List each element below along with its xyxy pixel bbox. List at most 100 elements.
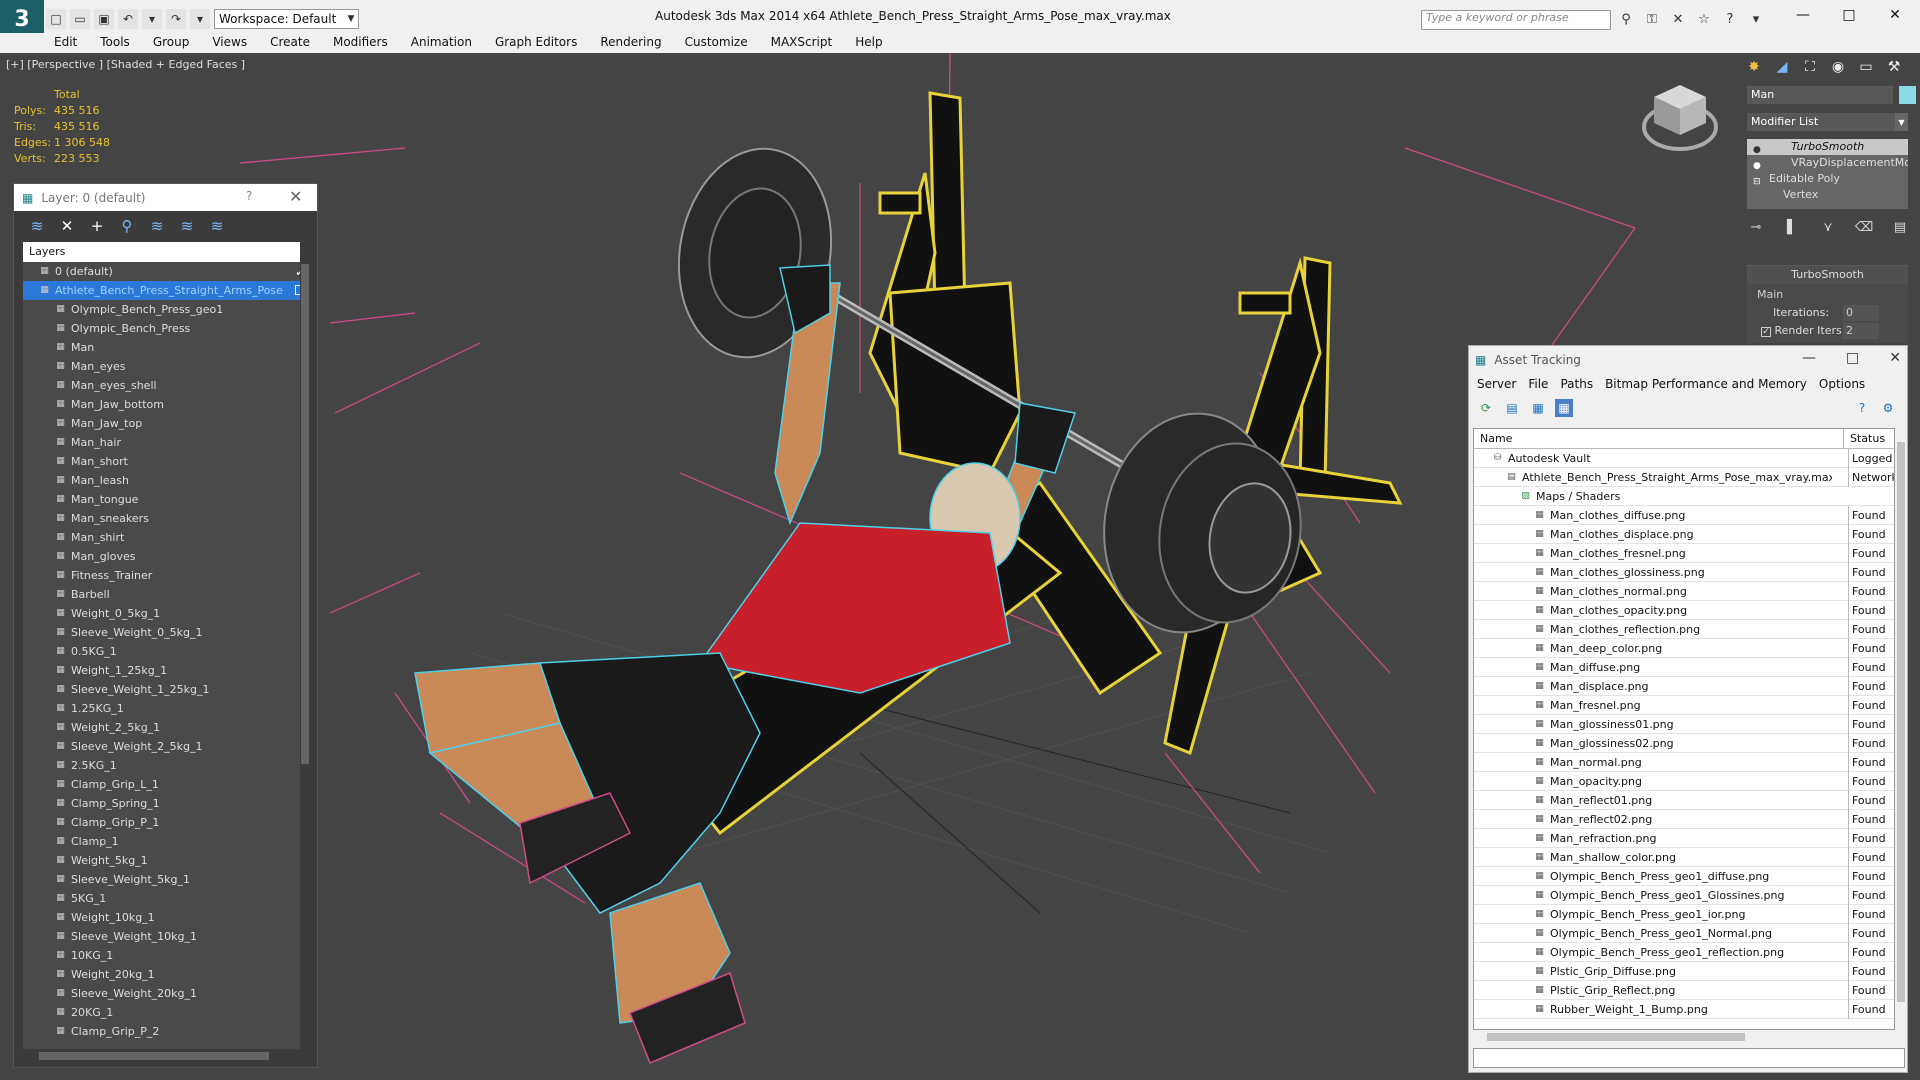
asset-row[interactable]: ▦ Olympic_Bench_Press_geo1_Glossines.png F…: [1474, 886, 1894, 905]
utilities-tab-icon[interactable]: ⚒: [1883, 57, 1905, 77]
menu-maxscript[interactable]: MAXScript: [771, 35, 833, 49]
asset-row[interactable]: ⛁ Autodesk Vault Logged: [1474, 449, 1894, 468]
layer-row[interactable]: ▦ Man_leash: [23, 471, 309, 490]
workspace-dropdown-icon[interactable]: ▼: [344, 10, 358, 28]
asset-row[interactable]: ▦ Man_reflect02.png Found: [1474, 810, 1894, 829]
layer-row[interactable]: ▦ Weight_5kg_1: [23, 851, 309, 870]
layer-row[interactable]: ▦ Clamp_Spring_1: [23, 794, 309, 813]
tree-view-icon[interactable]: ▦: [1529, 399, 1547, 417]
undo-icon[interactable]: ↶: [118, 9, 138, 29]
asset-row[interactable]: ▦ Man_clothes_fresnel.png Found: [1474, 544, 1894, 563]
configure-modifier-sets-icon[interactable]: ▤: [1891, 218, 1909, 236]
favorites-star-icon[interactable]: ☆: [1694, 9, 1714, 29]
asset-menu-options[interactable]: Options: [1819, 377, 1865, 391]
asset-settings-icon[interactable]: ⚙: [1879, 399, 1897, 417]
modifier-toggle-bulb-icon[interactable]: ●: [1753, 158, 1761, 171]
redo-icon[interactable]: ↷: [166, 9, 186, 29]
layer-row[interactable]: ▦ Weight_2_5kg_1: [23, 718, 309, 737]
help-dropdown-icon[interactable]: ▾: [1746, 9, 1766, 29]
refresh-icon[interactable]: ⟳: [1477, 399, 1495, 417]
layer-row[interactable]: ▦ 1.25KG_1: [23, 699, 309, 718]
layer-manager-titlebar[interactable]: ▦ Layer: 0 (default) ? ✕: [14, 184, 317, 211]
list-view-icon[interactable]: ▤: [1503, 399, 1521, 417]
asset-menu-server[interactable]: Server: [1477, 377, 1516, 391]
select-objects-in-layer-icon[interactable]: ⚲: [118, 217, 136, 235]
asset-row[interactable]: ▦ Plstic_Grip_Reflect.png Found: [1474, 981, 1894, 1000]
layer-row[interactable]: ▦ Weight_0_5kg_1: [23, 604, 309, 623]
layer-row[interactable]: ▦ Clamp_Grip_L_1: [23, 775, 309, 794]
freeze-all-layers-icon[interactable]: ≋: [208, 217, 226, 235]
asset-row[interactable]: ▦ Man_displace.png Found: [1474, 677, 1894, 696]
redo-dropdown-icon[interactable]: ▾: [190, 9, 210, 29]
asset-row[interactable]: ▦ Man_clothes_normal.png Found: [1474, 582, 1894, 601]
layer-row[interactable]: ▦ Man_Jaw_top: [23, 414, 309, 433]
hierarchy-tab-icon[interactable]: ⛶: [1799, 57, 1821, 77]
layer-row[interactable]: ▦ Man_eyes: [23, 357, 309, 376]
name-column-header[interactable]: Name: [1474, 429, 1844, 448]
layer-row[interactable]: ▦ Clamp_1: [23, 832, 309, 851]
asset-help-icon[interactable]: ?: [1853, 399, 1871, 417]
layer-row[interactable]: ▦ Weight_20kg_1: [23, 965, 309, 984]
stack-item[interactable]: ● TurboSmooth: [1747, 139, 1908, 155]
layer-row[interactable]: ▦ Man_gloves: [23, 547, 309, 566]
subscription-key-icon[interactable]: ⚿: [1642, 9, 1662, 29]
close-icon[interactable]: ✕: [1872, 4, 1918, 26]
menu-group[interactable]: Group: [153, 35, 190, 49]
modify-tab-icon[interactable]: ◢: [1771, 57, 1793, 77]
layer-close-icon[interactable]: ✕: [289, 187, 302, 206]
hide-all-layers-icon[interactable]: ≋: [178, 217, 196, 235]
menu-customize[interactable]: Customize: [685, 35, 748, 49]
expand-collapse-icon[interactable]: ⊟: [1753, 174, 1761, 187]
asset-tracking-window[interactable]: ▦ Asset Tracking — □ ✕ Server File Paths Bi…: [1468, 345, 1908, 1073]
asset-row[interactable]: ▦ Plstic_Grip_Diffuse.png Found: [1474, 962, 1894, 981]
asset-menu-file[interactable]: File: [1528, 377, 1548, 391]
asset-row[interactable]: ▦ Rubber_Weight_1_Bump.png Found: [1474, 1000, 1894, 1019]
layer-row[interactable]: ▦ Man_sneakers: [23, 509, 309, 528]
asset-row[interactable]: ▤ Athlete_Bench_Press_Straight_Arms_Pose_…: [1474, 468, 1894, 487]
render-iters-spinner[interactable]: 2: [1843, 323, 1879, 339]
asset-row[interactable]: ▦ Man_glossiness02.png Found: [1474, 734, 1894, 753]
asset-row[interactable]: ▨ Maps / Shaders: [1474, 487, 1894, 506]
communication-center-icon[interactable]: ✕: [1668, 9, 1688, 29]
layer-row[interactable]: ▦ Sleeve_Weight_20kg_1: [23, 984, 309, 1003]
layer-row[interactable]: ▦ Man_short: [23, 452, 309, 471]
menu-tools[interactable]: Tools: [100, 35, 130, 49]
asset-row[interactable]: ▦ Man_reflect01.png Found: [1474, 791, 1894, 810]
menu-graph-editors[interactable]: Graph Editors: [495, 35, 577, 49]
layer-row[interactable]: ▦ Sleeve_Weight_1_25kg_1: [23, 680, 309, 699]
asset-row[interactable]: ▦ Man_deep_color.png Found: [1474, 639, 1894, 658]
layer-row[interactable]: ▦ 20KG_1: [23, 1003, 309, 1022]
save-file-icon[interactable]: ▣: [94, 9, 114, 29]
asset-row[interactable]: ▦ Man_shallow_color.png Found: [1474, 848, 1894, 867]
menu-create[interactable]: Create: [270, 35, 310, 49]
layer-row[interactable]: ▦ Man_shirt: [23, 528, 309, 547]
menu-edit[interactable]: Edit: [54, 35, 77, 49]
layer-row[interactable]: ▦ Fitness_Trainer: [23, 566, 309, 585]
asset-row[interactable]: ▦ Man_diffuse.png Found: [1474, 658, 1894, 677]
asset-row[interactable]: ▦ Man_fresnel.png Found: [1474, 696, 1894, 715]
layer-help-button[interactable]: ?: [246, 189, 252, 203]
new-file-icon[interactable]: □: [46, 9, 66, 29]
layer-horizontal-scrollbar[interactable]: [23, 1049, 309, 1063]
layer-row[interactable]: ▦ Sleeve_Weight_5kg_1: [23, 870, 309, 889]
delete-layer-icon[interactable]: ✕: [58, 217, 76, 235]
menu-help[interactable]: Help: [855, 35, 882, 49]
maximize-icon[interactable]: □: [1826, 4, 1872, 26]
show-end-result-icon[interactable]: ▌: [1783, 218, 1801, 236]
layer-row[interactable]: ▦ 2.5KG_1: [23, 756, 309, 775]
layer-row[interactable]: ▦ Clamp_Grip_P_1: [23, 813, 309, 832]
create-layer-icon[interactable]: ≋: [28, 217, 46, 235]
object-name-field[interactable]: Man: [1747, 86, 1893, 104]
layer-row[interactable]: ▦ Man_eyes_shell: [23, 376, 309, 395]
search-input[interactable]: Type a keyword or phrase: [1421, 10, 1611, 30]
asset-row[interactable]: ▦ Man_refraction.png Found: [1474, 829, 1894, 848]
layer-row[interactable]: ▦ Sleeve_Weight_10kg_1: [23, 927, 309, 946]
layer-row[interactable]: ▦ Man_tongue: [23, 490, 309, 509]
layer-row[interactable]: ▦ Sleeve_Weight_2_5kg_1: [23, 737, 309, 756]
layers-column-header[interactable]: Layers: [23, 242, 309, 262]
asset-menu-paths[interactable]: Paths: [1560, 377, 1593, 391]
asset-row[interactable]: ▦ Man_clothes_displace.png Found: [1474, 525, 1894, 544]
layer-row[interactable]: ▦ Weight_1_25kg_1: [23, 661, 309, 680]
layer-row[interactable]: ▦0 (default)✓: [23, 262, 309, 281]
layer-row[interactable]: ▦ Sleeve_Weight_0_5kg_1: [23, 623, 309, 642]
